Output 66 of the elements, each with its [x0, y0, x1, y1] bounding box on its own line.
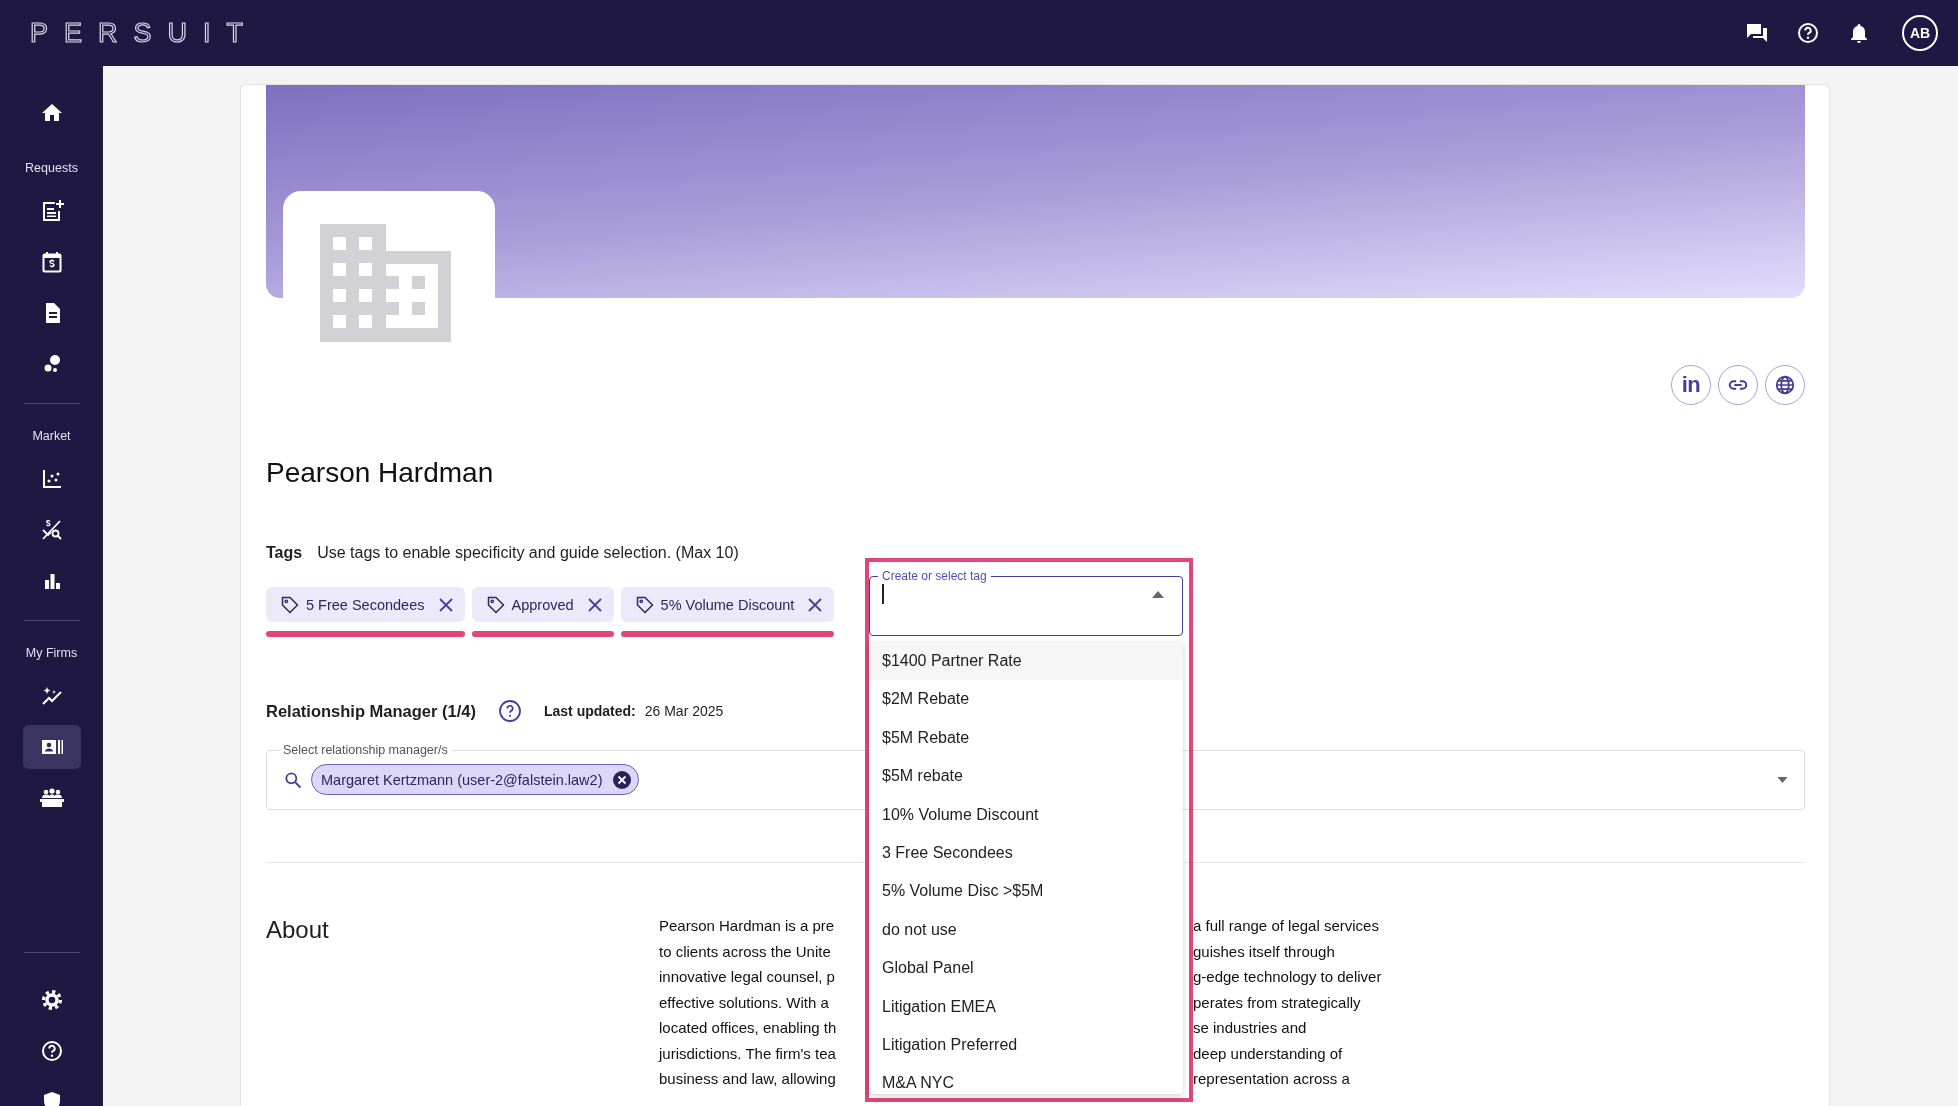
firm-name: Pearson Hardman — [266, 456, 495, 490]
paragraph-line: innovative legal counsel, p — [659, 967, 836, 987]
section-title: Relationship Manager (1/4) — [266, 701, 476, 721]
menu-option[interactable]: Litigation Preferred — [869, 1025, 1183, 1065]
remove-person-button[interactable] — [612, 769, 633, 790]
tag-icon — [280, 594, 300, 615]
text-cursor — [882, 584, 884, 604]
close-icon — [587, 597, 602, 612]
field-label: Select relationship manager/s — [282, 742, 449, 758]
updated-label: Last updated: — [543, 703, 636, 719]
paragraph-line: representation across a — [1193, 1069, 1351, 1089]
user-avatar[interactable]: AB — [1902, 15, 1938, 51]
close-circle-icon — [612, 769, 633, 790]
menu-option[interactable]: 3 Free Secondees — [869, 833, 1183, 873]
tag-select-field[interactable]: Create or select tag — [869, 568, 1183, 636]
tag-icon — [634, 594, 655, 615]
tag-chip[interactable]: Approved — [471, 587, 614, 622]
remove-tag-button[interactable] — [808, 597, 823, 612]
menu-option[interactable]: do not use — [869, 910, 1183, 950]
paragraph-line: deep understanding of — [1193, 1043, 1344, 1064]
paragraph-line: Pearson Hardman is a pre — [659, 916, 836, 936]
tag-chip[interactable]: 5 Free Secondees — [266, 587, 465, 622]
help-icon — [39, 1039, 64, 1063]
menu-option[interactable]: $1400 Partner Rate — [869, 642, 1183, 681]
section-label: My Firms — [25, 645, 78, 661]
paragraph-line: perates from strategically — [1193, 992, 1362, 1013]
caret-icon — [1777, 776, 1788, 783]
paragraph-line: guishes itself through — [1193, 941, 1336, 962]
menu-option[interactable]: $5M rebate — [869, 757, 1183, 796]
settings-icon — [39, 988, 64, 1012]
menu-option[interactable]: $2M Rebate — [869, 680, 1183, 719]
dollar-search-icon — [39, 518, 64, 542]
paragraph-line: se industries and — [1193, 1018, 1308, 1038]
section-label: Requests — [25, 160, 78, 176]
close-icon — [808, 597, 823, 612]
paragraph-line: jurisdictions. The firm's tea — [659, 1043, 837, 1064]
menu-option[interactable]: M&A NYC — [869, 1064, 1183, 1094]
updated-date: 26 Mar 2025 — [644, 703, 724, 719]
tag-icon — [485, 594, 506, 615]
nav-item[interactable] — [22, 725, 81, 769]
paragraph-line: effective solutions. With a — [659, 992, 830, 1013]
paragraph-line: business and law, allowing — [659, 1069, 837, 1089]
remove-tag-button[interactable] — [587, 597, 602, 612]
field-label: Create or select tag — [881, 568, 988, 584]
section-title: About — [266, 915, 330, 945]
logo[interactable]: PERSUIT — [30, 17, 260, 49]
paragraph-line: located offices, enabling th — [659, 1018, 838, 1038]
remove-tag-button[interactable] — [438, 597, 453, 612]
tags-label: Tags — [266, 544, 303, 562]
menu-option[interactable]: Litigation EMEA — [869, 987, 1183, 1026]
globe-icon — [1774, 374, 1796, 396]
section-label: Market — [32, 428, 71, 444]
help-icon — [1796, 21, 1820, 45]
paragraph-line: a full range of legal services — [1193, 916, 1380, 936]
close-icon — [438, 597, 453, 612]
tags-hint: Use tags to enable specificity and guide selection. (Max 10) — [317, 544, 739, 562]
search-icon — [283, 769, 303, 790]
paragraph-line: g-edge technology to deliver — [1193, 967, 1382, 987]
paragraph-line: to clients across the Unite — [659, 941, 832, 962]
team-icon — [38, 786, 65, 810]
tag-chip[interactable]: 5% Volume Discount — [620, 587, 835, 622]
help-icon[interactable] — [497, 699, 522, 723]
menu-option[interactable]: Global Panel — [869, 949, 1183, 988]
building-icon — [320, 224, 451, 342]
person-chip[interactable]: Margaret Kertzmann (user-2@falstein.law2) — [311, 764, 640, 795]
menu-option[interactable]: 5% Volume Disc >$5M — [869, 872, 1183, 911]
